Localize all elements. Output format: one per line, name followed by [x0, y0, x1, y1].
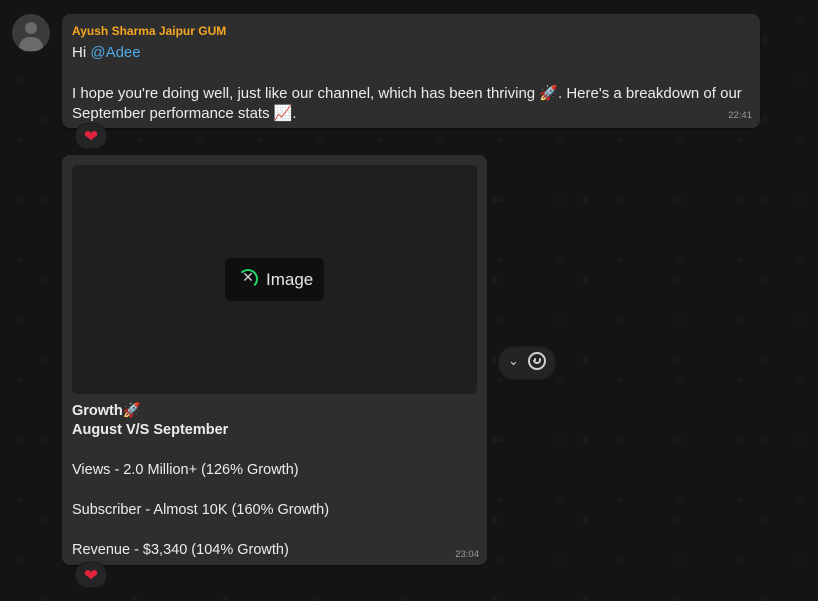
emoji-smiley-icon[interactable] [528, 352, 546, 370]
message-hover-actions: ⌄ [498, 346, 556, 380]
close-icon[interactable]: ✕ [241, 269, 255, 286]
caption-subscriber: Subscriber - Almost 10K (160% Growth) [72, 502, 330, 518]
caption-views: Views - 2.0 Million+ (126% Growth) [72, 462, 299, 478]
reaction-badge[interactable]: ❤ [75, 123, 107, 149]
reaction-badge[interactable]: ❤ [75, 562, 107, 588]
sender-name[interactable]: Ayush Sharma Jaipur GUM [72, 24, 226, 38]
chevron-down-icon[interactable]: ⌄ [508, 353, 519, 369]
image-loading-chip[interactable]: ✕ Image [225, 258, 324, 301]
caption-revenue: Revenue - $3,340 (104% Growth) [72, 542, 289, 558]
heart-reaction-icon: ❤ [83, 565, 99, 585]
sender-avatar[interactable] [12, 14, 50, 52]
greeting-text: Hi [72, 44, 91, 61]
caption-subtitle: August V/S September [72, 422, 229, 438]
heart-reaction-icon: ❤ [83, 126, 99, 146]
message-text-line: September performance stats 📈. [72, 105, 297, 122]
image-placeholder[interactable]: ✕ Image [72, 165, 477, 394]
image-label: Image [266, 270, 314, 289]
greeting-line: Hi @Adee [72, 44, 141, 61]
default-avatar-icon [25, 22, 37, 34]
message-timestamp: 23:04 [455, 549, 479, 560]
message-timestamp: 22:41 [728, 110, 752, 121]
message-bubble[interactable]: Ayush Sharma Jaipur GUM Hi @Adee I hope … [62, 14, 760, 128]
message-text-line: I hope you're doing well, just like our … [72, 85, 742, 102]
caption-title: Growth🚀 [72, 403, 141, 419]
mention-link[interactable]: @Adee [90, 44, 140, 61]
image-message-bubble[interactable]: ✕ Image Growth🚀 August V/S September Vie… [62, 155, 487, 565]
